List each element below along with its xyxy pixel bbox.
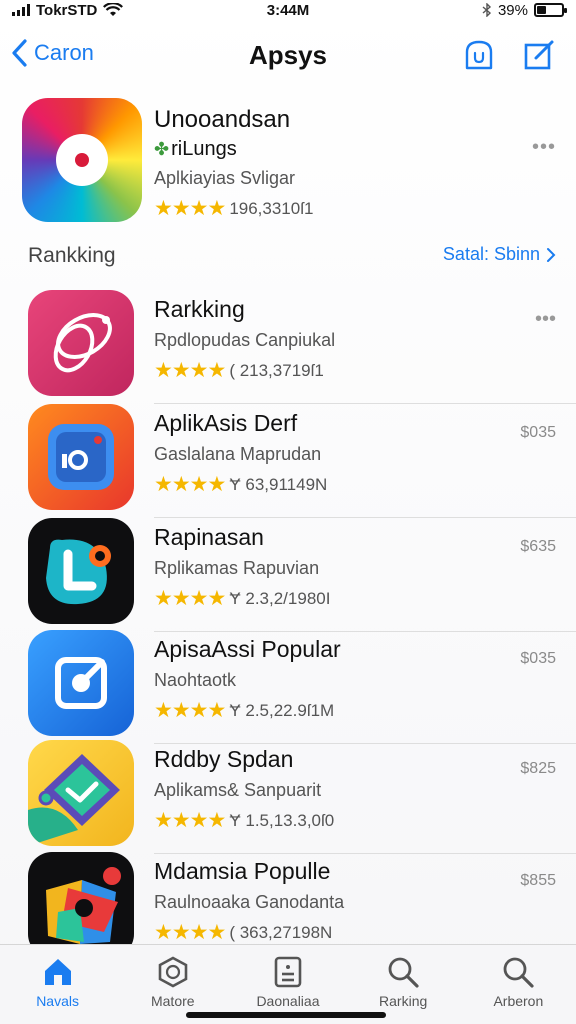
more-options-button[interactable]: •••: [532, 136, 556, 159]
price-button[interactable]: $855: [520, 872, 556, 890]
status-bar: TokrSTD 3:44M 39%: [0, 0, 576, 20]
featured-app-tag-label: riLungs: [171, 138, 237, 160]
app-subtitle: Naohtaotk: [154, 670, 237, 690]
rating-stars-icon: ★★★★: [154, 359, 226, 382]
tab-label: Matore: [150, 993, 195, 1009]
app-rating: ★★★★ ( 363,27198N: [154, 920, 332, 945]
featured-app-rating: ★★★★ 196,3310ſ1: [154, 196, 313, 221]
app-name: Mdamsia Populle: [154, 858, 331, 884]
search-icon: [503, 957, 534, 988]
app-icon: [28, 404, 134, 510]
app-icon: [28, 630, 134, 736]
home-icon: [44, 959, 71, 985]
app-name: Rapinasan: [154, 524, 264, 550]
app-rating: ★★★★ ( 213,3719ſ1: [154, 358, 324, 383]
checkbox-icon: [55, 657, 107, 709]
diamond-check-icon: [28, 754, 120, 846]
app-subtitle: Rplikamas Rapuvian: [154, 558, 320, 578]
section-title: Rankking: [28, 244, 116, 267]
clock: 3:44M: [266, 1, 310, 19]
rating-stars-icon: ★★★★: [154, 699, 226, 722]
app-subtitle: Gaslalana Maprudan: [154, 444, 322, 464]
document-icon: [274, 956, 302, 988]
gear-icon: ✤: [154, 139, 170, 159]
app-list-item[interactable]: AplikAsis Derf Gaslalana Maprudan ★★★★ Ɏ…: [28, 404, 576, 518]
price-button[interactable]: $035: [520, 424, 556, 442]
price-button[interactable]: $825: [520, 760, 556, 778]
rating-count: Ɏ 1.5,13.3,0ſ0: [229, 810, 335, 830]
app-subtitle: Aplikams& Sanpuarit: [154, 780, 322, 800]
featured-app-subtitle: Aplkiayias Svligar: [154, 168, 296, 188]
tab-label: Arberon: [493, 993, 544, 1009]
app-icon: [28, 740, 134, 846]
price-button[interactable]: $035: [520, 650, 556, 668]
app-name: ApisaAssi Popular: [154, 636, 341, 662]
price-button[interactable]: $635: [520, 538, 556, 556]
app-rating: ★★★★ Ɏ 2.3,2/1980I: [154, 586, 330, 611]
rating-count: 196,3310ſ1: [229, 198, 314, 218]
featured-app-title: Unooandsan: [154, 106, 291, 133]
battery-icon: [534, 3, 567, 17]
app-rating: ★★★★ Ɏ 63,91149N: [154, 472, 327, 497]
featured-app-tag: ✤ riLungs: [154, 138, 237, 161]
battery-level: [537, 6, 546, 14]
app-list-item[interactable]: Rarkking Rpdlopudas Canpiukal ★★★★ ( 213…: [28, 290, 576, 404]
app-name: Rddby Spdan: [154, 746, 294, 772]
rating-count: Ɏ 63,91149N: [229, 474, 328, 494]
rating-count: ( 213,3719ſ1: [229, 360, 324, 380]
app-list-item[interactable]: ApisaAssi Popular Naohtaotk ★★★★ Ɏ 2.5,2…: [28, 630, 576, 744]
tab-label: Rarking: [379, 993, 428, 1009]
account-icon[interactable]: [462, 38, 496, 72]
tab-navals[interactable]: Navals: [3, 955, 113, 1024]
rating-count: Ɏ 2.5,22.9ſ1M: [229, 700, 335, 720]
chevron-right-icon: [547, 247, 556, 262]
app-name: Rarkking: [154, 296, 245, 322]
tab-arberon[interactable]: Arberon: [463, 955, 573, 1024]
nav-actions: [462, 38, 556, 72]
rating-stars-icon: ★★★★: [154, 473, 226, 496]
navigation-bar: Caron Apsys: [0, 30, 576, 80]
rating-count: Ɏ 2.3,2/1980I: [229, 588, 331, 608]
app-subtitle: Rpdlopudas Canpiukal: [154, 330, 336, 350]
home-indicator[interactable]: [186, 1012, 386, 1018]
letter-l-icon: [46, 539, 111, 605]
camera-icon: [48, 424, 114, 490]
app-icon: [28, 852, 134, 958]
shapes-icon: [46, 867, 121, 944]
app-name: AplikAsis Derf: [154, 410, 298, 436]
app-subtitle: Raulnoaaka Ganodanta: [154, 892, 345, 912]
tab-label: Navals: [36, 993, 79, 1009]
cube-icon: [158, 956, 188, 988]
search-icon: [388, 957, 419, 988]
app-icon: [28, 290, 134, 396]
app-list-item[interactable]: Rapinasan Rplikamas Rapuvian ★★★★ Ɏ 2.3,…: [28, 518, 576, 632]
rating-stars-icon: ★★★★: [154, 809, 226, 832]
app-rating: ★★★★ Ɏ 2.5,22.9ſ1M: [154, 698, 334, 723]
section-header: Rankking Satal: Sbinn: [28, 240, 556, 274]
tab-label: Daonaliaa: [256, 993, 320, 1009]
featured-app-icon: [22, 98, 142, 222]
rating-stars-icon: ★★★★: [154, 197, 226, 220]
app-icon: [28, 518, 134, 624]
link-icon: [53, 313, 112, 373]
more-options-button[interactable]: •••: [535, 308, 556, 331]
app-rating: ★★★★ Ɏ 1.5,13.3,0ſ0: [154, 808, 334, 833]
rating-count: ( 363,27198N: [229, 922, 333, 942]
app-list-item[interactable]: Rddby Spdan Aplikams& Sanpuarit ★★★★ Ɏ 1…: [28, 740, 576, 854]
rating-stars-icon: ★★★★: [154, 587, 226, 610]
featured-app[interactable]: Unooandsan ✤ riLungs Aplkiayias Svligar …: [22, 98, 556, 228]
rating-stars-icon: ★★★★: [154, 921, 226, 944]
compose-icon[interactable]: [522, 38, 556, 72]
see-all-link[interactable]: Satal: Sbinn: [443, 244, 556, 265]
see-all-label: Satal: Sbinn: [442, 244, 540, 264]
